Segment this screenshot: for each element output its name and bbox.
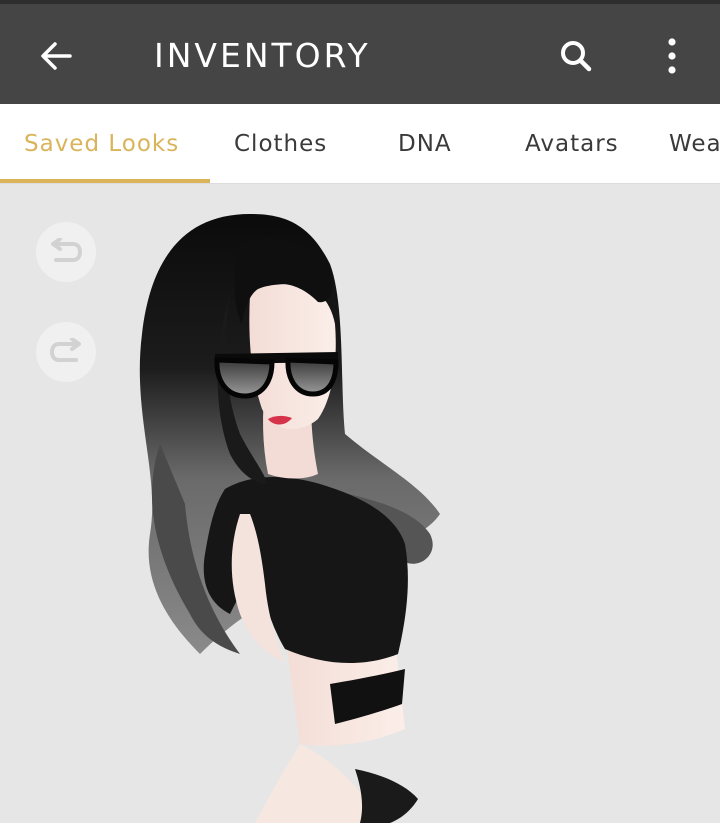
arrow-left-icon (41, 42, 72, 70)
avatar-viewport[interactable] (0, 184, 720, 823)
page-title: INVENTORY (154, 36, 371, 75)
more-options-button[interactable] (650, 30, 694, 82)
tab-saved-looks[interactable]: Saved Looks (24, 104, 179, 183)
search-button[interactable] (548, 30, 604, 82)
tab-wear[interactable]: Wea (669, 104, 720, 183)
inventory-screen: INVENTORY Saved Looks Clothes DNA Avatar… (0, 0, 720, 823)
back-button[interactable] (26, 30, 86, 82)
avatar-figure (139, 214, 440, 823)
tab-avatars[interactable]: Avatars (525, 104, 619, 183)
inventory-tabs: Saved Looks Clothes DNA Avatars Wea (0, 104, 720, 184)
top-app-bar: INVENTORY (0, 0, 720, 104)
undo-button[interactable] (36, 222, 96, 282)
active-tab-indicator (0, 179, 210, 183)
redo-button[interactable] (36, 322, 96, 382)
search-icon (561, 41, 592, 72)
tab-clothes[interactable]: Clothes (234, 104, 327, 183)
undo-icon (51, 238, 83, 262)
tab-dna[interactable]: DNA (398, 104, 452, 183)
more-vertical-icon (668, 38, 676, 74)
redo-icon (49, 338, 81, 362)
